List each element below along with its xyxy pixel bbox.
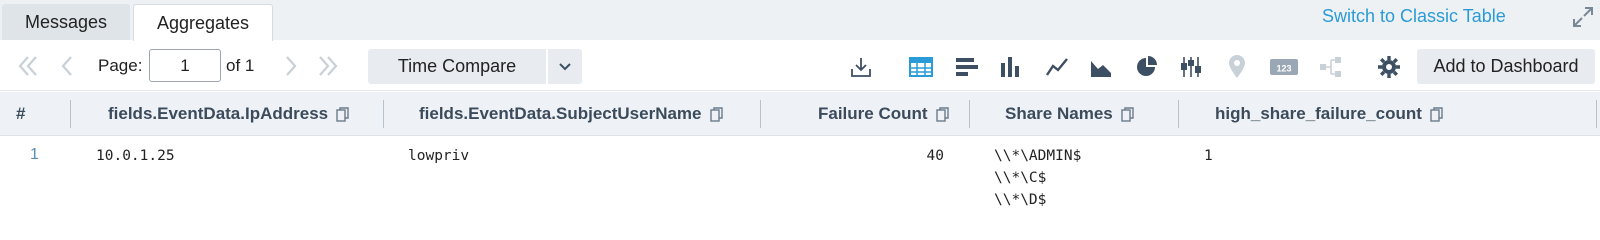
cell-ip-address: 10.0.1.25 [96,148,175,164]
column-header-row-number: # [16,104,26,123]
pie-chart-icon[interactable] [1134,54,1160,80]
cell-failure-count: 40 [926,148,944,164]
column-header-failure-count[interactable]: Failure Count [818,92,949,136]
chevron-down-icon [559,62,571,70]
tab-messages[interactable]: Messages [2,4,130,40]
column-header-ip-address[interactable]: fields.EventData.IpAddress [108,92,349,136]
time-compare-dropdown[interactable] [548,49,582,84]
tab-aggregates[interactable]: Aggregates [133,4,273,41]
previous-page-icon[interactable] [54,52,82,80]
switch-to-classic-table-link[interactable]: Switch to Classic Table [1322,6,1506,27]
column-resize-handle[interactable] [1596,100,1597,128]
gear-icon[interactable] [1376,54,1402,80]
map-pin-icon[interactable] [1224,54,1250,80]
toolbar: Page: of 1 Time Compare 123 [0,41,1600,91]
page-label: Page: [98,56,143,75]
column-resize-handle[interactable] [70,100,71,128]
flow-icon[interactable] [1318,54,1344,80]
column-header-high-share-failure-count[interactable]: high_share_failure_count [1215,92,1443,136]
first-page-icon[interactable] [14,52,42,80]
cell-share-name: \\*\D$ [994,192,1047,208]
copy-icon[interactable] [935,106,949,122]
column-resize-handle[interactable] [1178,100,1179,128]
download-icon[interactable] [848,54,874,80]
copy-icon[interactable] [1121,106,1134,122]
time-compare-button[interactable]: Time Compare [368,49,546,84]
cell-subject-user-name: lowpriv [408,148,470,164]
column-chart-icon[interactable] [998,54,1024,80]
expand-icon[interactable] [1572,6,1594,28]
row-number: 1 [30,146,39,163]
copy-icon[interactable] [336,106,349,122]
line-chart-icon[interactable] [1044,54,1070,80]
page-number-input[interactable] [149,49,221,82]
column-resize-handle[interactable] [969,100,970,128]
table-header: # fields.EventData.IpAddress fields.Even… [0,92,1600,136]
next-page-icon[interactable] [276,52,304,80]
bar-chart-horizontal-icon[interactable] [954,54,980,80]
column-resize-handle[interactable] [760,100,761,128]
tab-bar: Messages Aggregates Switch to Classic Ta… [0,0,1600,41]
add-to-dashboard-button[interactable]: Add to Dashboard [1417,49,1595,84]
single-value-icon[interactable]: 123 [1270,54,1298,80]
page-count-label: of 1 [226,56,255,75]
column-header-subject-user-name[interactable]: fields.EventData.SubjectUserName [419,92,723,136]
area-chart-icon[interactable] [1088,54,1114,80]
last-page-icon[interactable] [314,52,342,80]
cell-share-name: \\*\C$ [994,170,1047,186]
copy-icon[interactable] [1430,106,1443,122]
copy-icon[interactable] [709,106,723,122]
column-header-share-names[interactable]: Share Names [1005,92,1134,136]
cell-high-share-failure-count: 1 [1204,148,1213,164]
box-plot-icon[interactable] [1178,54,1204,80]
table-icon[interactable] [908,54,934,80]
cell-share-name: \\*\ADMIN$ [994,148,1082,164]
column-resize-handle[interactable] [383,100,384,128]
svg-text:123: 123 [1276,64,1291,74]
